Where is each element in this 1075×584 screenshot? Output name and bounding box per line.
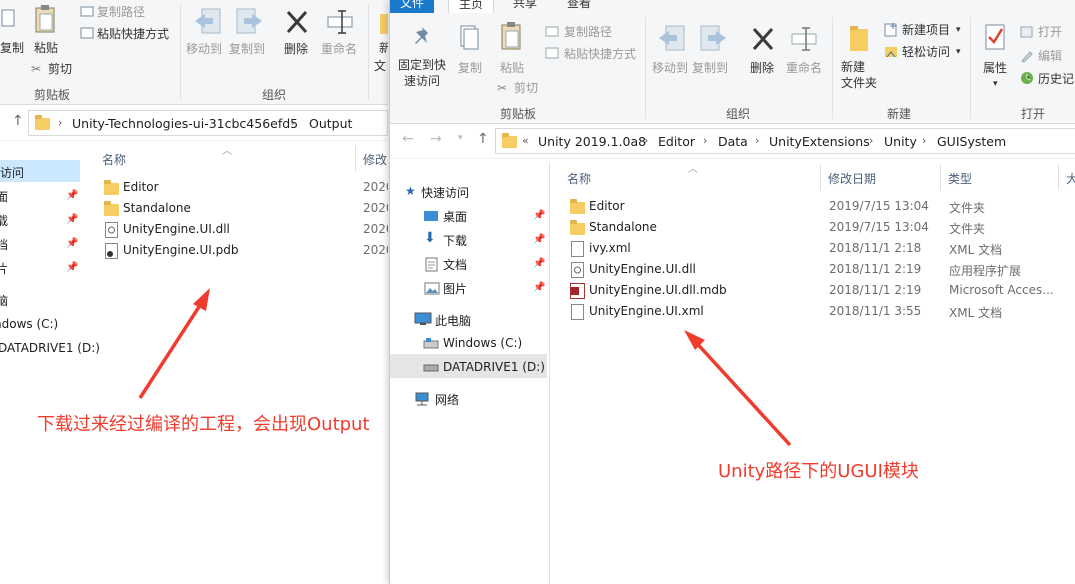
annotation-arrow-left [138,288,210,399]
annotation-text-right: Unity路径下的UGUI模块 [718,461,919,482]
annotation-arrows [138,288,792,447]
annotation-arrow-right [684,330,792,447]
annotation-text-left: 下载过来经过编译的工程，会出现Output [37,414,370,435]
